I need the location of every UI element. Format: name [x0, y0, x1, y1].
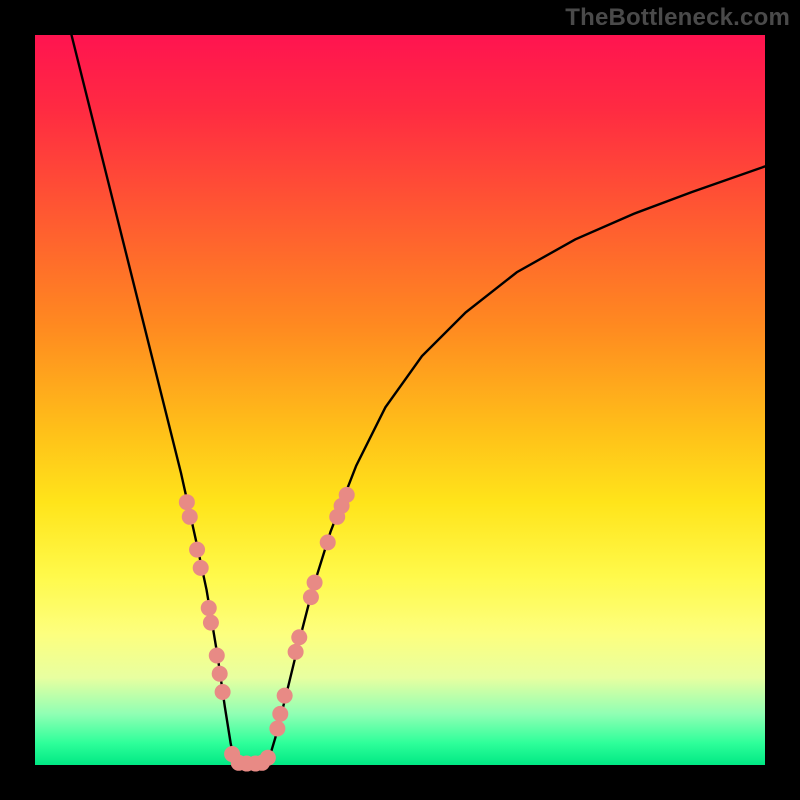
- curve-right-curve: [267, 166, 765, 765]
- highlight-marker: [272, 706, 288, 722]
- highlight-marker: [203, 615, 219, 631]
- highlight-marker: [179, 494, 195, 510]
- highlight-marker: [269, 721, 285, 737]
- highlight-marker: [307, 575, 323, 591]
- highlight-marker: [215, 684, 231, 700]
- chart-overlay: [35, 35, 765, 765]
- highlight-marker: [339, 487, 355, 503]
- highlight-marker: [212, 666, 228, 682]
- highlight-marker: [320, 534, 336, 550]
- marker-group: [179, 487, 355, 772]
- highlight-marker: [303, 589, 319, 605]
- highlight-marker: [260, 750, 276, 766]
- watermark-text: TheBottleneck.com: [565, 4, 790, 32]
- chart-frame: TheBottleneck.com: [0, 0, 800, 800]
- highlight-marker: [182, 509, 198, 525]
- highlight-marker: [291, 629, 307, 645]
- curve-group: [72, 35, 766, 765]
- highlight-marker: [277, 688, 293, 704]
- highlight-marker: [201, 600, 217, 616]
- highlight-marker: [209, 648, 225, 664]
- highlight-marker: [288, 644, 304, 660]
- highlight-marker: [189, 542, 205, 558]
- highlight-marker: [193, 560, 209, 576]
